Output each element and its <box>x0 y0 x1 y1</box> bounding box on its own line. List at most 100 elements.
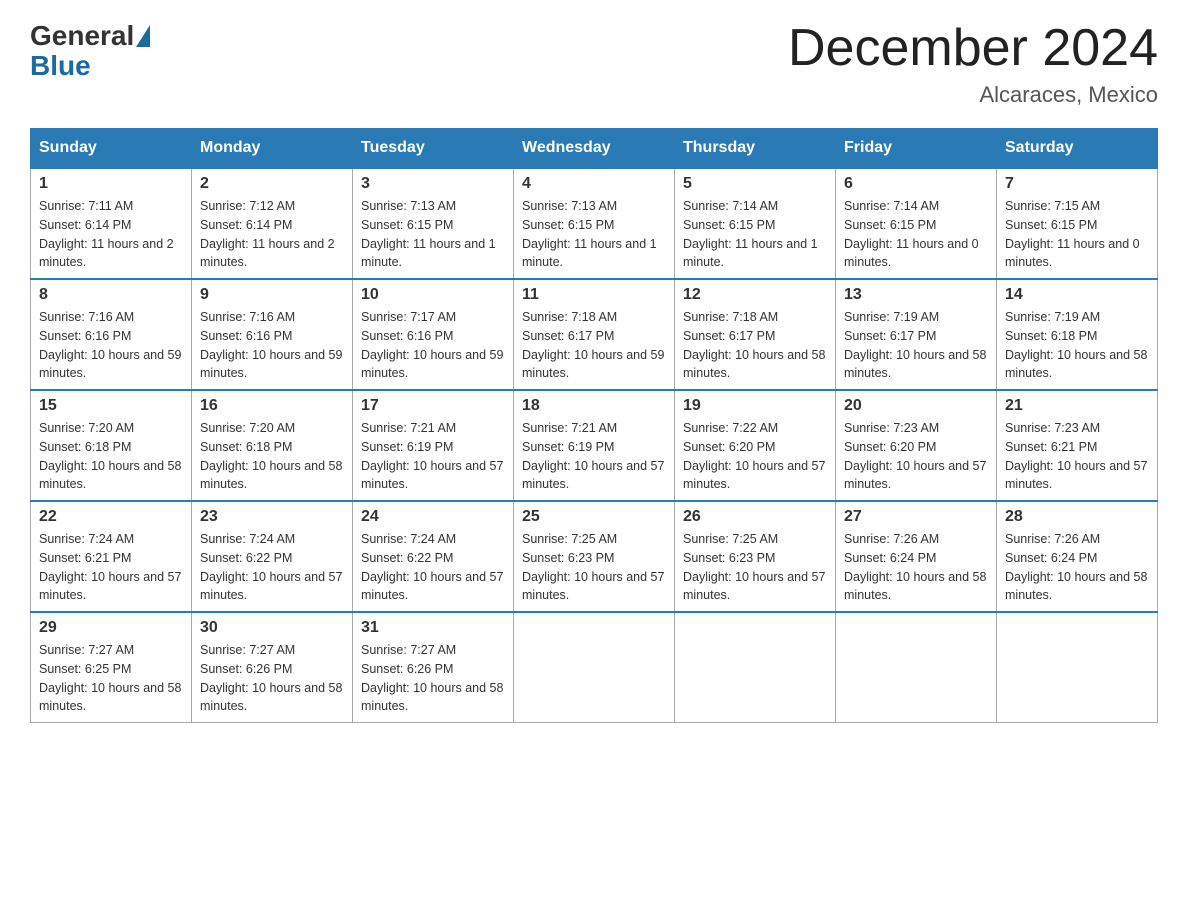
calendar-cell: 11 Sunrise: 7:18 AMSunset: 6:17 PMDaylig… <box>514 279 675 390</box>
day-info: Sunrise: 7:27 AMSunset: 6:25 PMDaylight:… <box>39 641 183 716</box>
day-number: 4 <box>522 175 666 193</box>
calendar-cell: 9 Sunrise: 7:16 AMSunset: 6:16 PMDayligh… <box>192 279 353 390</box>
day-number: 20 <box>844 397 988 415</box>
calendar-cell: 27 Sunrise: 7:26 AMSunset: 6:24 PMDaylig… <box>836 501 997 612</box>
week-row-4: 22 Sunrise: 7:24 AMSunset: 6:21 PMDaylig… <box>31 501 1158 612</box>
calendar-cell: 28 Sunrise: 7:26 AMSunset: 6:24 PMDaylig… <box>997 501 1158 612</box>
day-info: Sunrise: 7:11 AMSunset: 6:14 PMDaylight:… <box>39 197 183 272</box>
day-number: 1 <box>39 175 183 193</box>
day-number: 18 <box>522 397 666 415</box>
day-number: 27 <box>844 508 988 526</box>
calendar-cell: 29 Sunrise: 7:27 AMSunset: 6:25 PMDaylig… <box>31 612 192 723</box>
calendar-cell: 15 Sunrise: 7:20 AMSunset: 6:18 PMDaylig… <box>31 390 192 501</box>
day-info: Sunrise: 7:27 AMSunset: 6:26 PMDaylight:… <box>361 641 505 716</box>
day-number: 7 <box>1005 175 1149 193</box>
calendar-cell: 13 Sunrise: 7:19 AMSunset: 6:17 PMDaylig… <box>836 279 997 390</box>
calendar-cell <box>514 612 675 723</box>
calendar-cell: 1 Sunrise: 7:11 AMSunset: 6:14 PMDayligh… <box>31 168 192 279</box>
calendar-cell: 14 Sunrise: 7:19 AMSunset: 6:18 PMDaylig… <box>997 279 1158 390</box>
day-info: Sunrise: 7:18 AMSunset: 6:17 PMDaylight:… <box>683 308 827 383</box>
day-number: 9 <box>200 286 344 304</box>
column-header-monday: Monday <box>192 129 353 169</box>
logo: General Blue <box>30 20 150 82</box>
calendar-cell: 4 Sunrise: 7:13 AMSunset: 6:15 PMDayligh… <box>514 168 675 279</box>
calendar-cell: 26 Sunrise: 7:25 AMSunset: 6:23 PMDaylig… <box>675 501 836 612</box>
week-row-1: 1 Sunrise: 7:11 AMSunset: 6:14 PMDayligh… <box>31 168 1158 279</box>
day-number: 2 <box>200 175 344 193</box>
calendar-cell <box>836 612 997 723</box>
day-info: Sunrise: 7:19 AMSunset: 6:17 PMDaylight:… <box>844 308 988 383</box>
calendar-cell: 16 Sunrise: 7:20 AMSunset: 6:18 PMDaylig… <box>192 390 353 501</box>
calendar-cell: 18 Sunrise: 7:21 AMSunset: 6:19 PMDaylig… <box>514 390 675 501</box>
day-info: Sunrise: 7:24 AMSunset: 6:21 PMDaylight:… <box>39 530 183 605</box>
calendar-cell: 17 Sunrise: 7:21 AMSunset: 6:19 PMDaylig… <box>353 390 514 501</box>
day-number: 25 <box>522 508 666 526</box>
day-info: Sunrise: 7:23 AMSunset: 6:20 PMDaylight:… <box>844 419 988 494</box>
calendar-cell: 7 Sunrise: 7:15 AMSunset: 6:15 PMDayligh… <box>997 168 1158 279</box>
logo-general-text: General <box>30 20 134 52</box>
day-number: 5 <box>683 175 827 193</box>
day-info: Sunrise: 7:14 AMSunset: 6:15 PMDaylight:… <box>683 197 827 272</box>
column-header-wednesday: Wednesday <box>514 129 675 169</box>
calendar-cell: 6 Sunrise: 7:14 AMSunset: 6:15 PMDayligh… <box>836 168 997 279</box>
location-title: Alcaraces, Mexico <box>788 82 1158 108</box>
day-number: 6 <box>844 175 988 193</box>
title-area: December 2024 Alcaraces, Mexico <box>788 20 1158 108</box>
day-number: 30 <box>200 619 344 637</box>
day-number: 31 <box>361 619 505 637</box>
day-info: Sunrise: 7:14 AMSunset: 6:15 PMDaylight:… <box>844 197 988 272</box>
column-header-thursday: Thursday <box>675 129 836 169</box>
day-info: Sunrise: 7:23 AMSunset: 6:21 PMDaylight:… <box>1005 419 1149 494</box>
day-number: 11 <box>522 286 666 304</box>
calendar-cell: 12 Sunrise: 7:18 AMSunset: 6:17 PMDaylig… <box>675 279 836 390</box>
day-info: Sunrise: 7:21 AMSunset: 6:19 PMDaylight:… <box>522 419 666 494</box>
calendar-cell: 8 Sunrise: 7:16 AMSunset: 6:16 PMDayligh… <box>31 279 192 390</box>
month-title: December 2024 <box>788 20 1158 77</box>
day-number: 21 <box>1005 397 1149 415</box>
day-info: Sunrise: 7:26 AMSunset: 6:24 PMDaylight:… <box>844 530 988 605</box>
day-info: Sunrise: 7:19 AMSunset: 6:18 PMDaylight:… <box>1005 308 1149 383</box>
week-row-2: 8 Sunrise: 7:16 AMSunset: 6:16 PMDayligh… <box>31 279 1158 390</box>
calendar-cell: 24 Sunrise: 7:24 AMSunset: 6:22 PMDaylig… <box>353 501 514 612</box>
day-info: Sunrise: 7:16 AMSunset: 6:16 PMDaylight:… <box>39 308 183 383</box>
calendar-cell <box>997 612 1158 723</box>
day-info: Sunrise: 7:26 AMSunset: 6:24 PMDaylight:… <box>1005 530 1149 605</box>
day-info: Sunrise: 7:13 AMSunset: 6:15 PMDaylight:… <box>361 197 505 272</box>
day-number: 10 <box>361 286 505 304</box>
day-info: Sunrise: 7:24 AMSunset: 6:22 PMDaylight:… <box>200 530 344 605</box>
day-info: Sunrise: 7:20 AMSunset: 6:18 PMDaylight:… <box>200 419 344 494</box>
calendar-cell: 22 Sunrise: 7:24 AMSunset: 6:21 PMDaylig… <box>31 501 192 612</box>
day-number: 22 <box>39 508 183 526</box>
day-number: 16 <box>200 397 344 415</box>
calendar-cell: 2 Sunrise: 7:12 AMSunset: 6:14 PMDayligh… <box>192 168 353 279</box>
day-number: 13 <box>844 286 988 304</box>
day-info: Sunrise: 7:20 AMSunset: 6:18 PMDaylight:… <box>39 419 183 494</box>
day-number: 19 <box>683 397 827 415</box>
column-header-friday: Friday <box>836 129 997 169</box>
calendar-cell: 23 Sunrise: 7:24 AMSunset: 6:22 PMDaylig… <box>192 501 353 612</box>
calendar-header-row: SundayMondayTuesdayWednesdayThursdayFrid… <box>31 129 1158 169</box>
day-info: Sunrise: 7:13 AMSunset: 6:15 PMDaylight:… <box>522 197 666 272</box>
column-header-sunday: Sunday <box>31 129 192 169</box>
day-info: Sunrise: 7:24 AMSunset: 6:22 PMDaylight:… <box>361 530 505 605</box>
day-info: Sunrise: 7:22 AMSunset: 6:20 PMDaylight:… <box>683 419 827 494</box>
day-info: Sunrise: 7:25 AMSunset: 6:23 PMDaylight:… <box>522 530 666 605</box>
calendar-cell: 3 Sunrise: 7:13 AMSunset: 6:15 PMDayligh… <box>353 168 514 279</box>
day-info: Sunrise: 7:12 AMSunset: 6:14 PMDaylight:… <box>200 197 344 272</box>
day-number: 28 <box>1005 508 1149 526</box>
logo-triangle-icon <box>136 25 150 47</box>
day-number: 15 <box>39 397 183 415</box>
day-number: 8 <box>39 286 183 304</box>
logo-blue-text: Blue <box>30 50 150 82</box>
day-info: Sunrise: 7:21 AMSunset: 6:19 PMDaylight:… <box>361 419 505 494</box>
week-row-3: 15 Sunrise: 7:20 AMSunset: 6:18 PMDaylig… <box>31 390 1158 501</box>
day-number: 14 <box>1005 286 1149 304</box>
calendar-cell: 25 Sunrise: 7:25 AMSunset: 6:23 PMDaylig… <box>514 501 675 612</box>
calendar-cell: 21 Sunrise: 7:23 AMSunset: 6:21 PMDaylig… <box>997 390 1158 501</box>
day-info: Sunrise: 7:16 AMSunset: 6:16 PMDaylight:… <box>200 308 344 383</box>
calendar-cell: 20 Sunrise: 7:23 AMSunset: 6:20 PMDaylig… <box>836 390 997 501</box>
day-number: 24 <box>361 508 505 526</box>
day-number: 12 <box>683 286 827 304</box>
calendar-cell <box>675 612 836 723</box>
calendar-cell: 19 Sunrise: 7:22 AMSunset: 6:20 PMDaylig… <box>675 390 836 501</box>
